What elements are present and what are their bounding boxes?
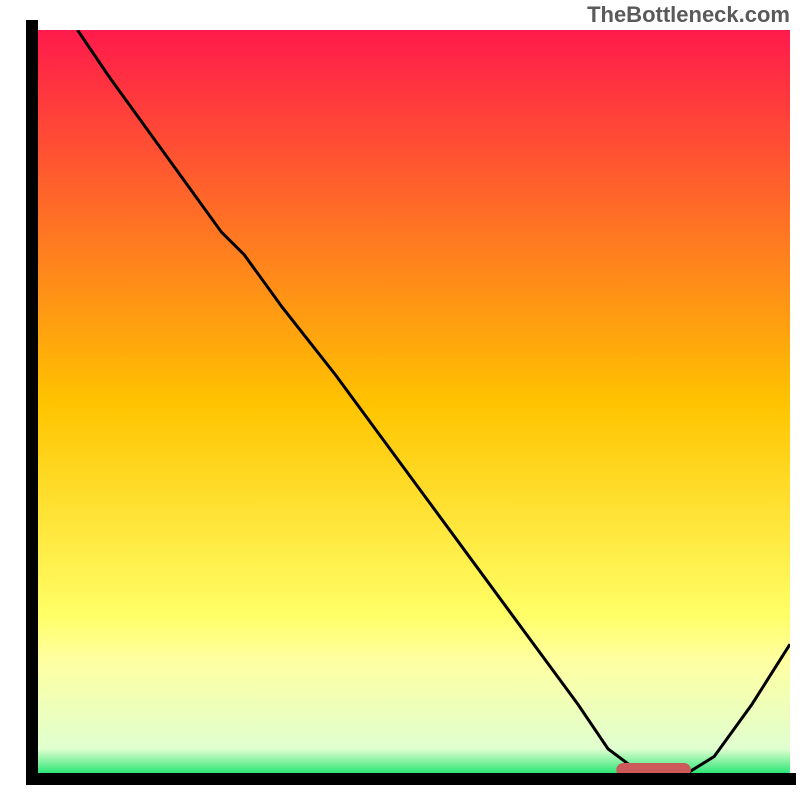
watermark-text: TheBottleneck.com <box>587 2 790 28</box>
bottleneck-chart: TheBottleneck.com <box>0 0 800 800</box>
chart-svg <box>0 0 800 800</box>
gradient-background <box>32 30 790 779</box>
